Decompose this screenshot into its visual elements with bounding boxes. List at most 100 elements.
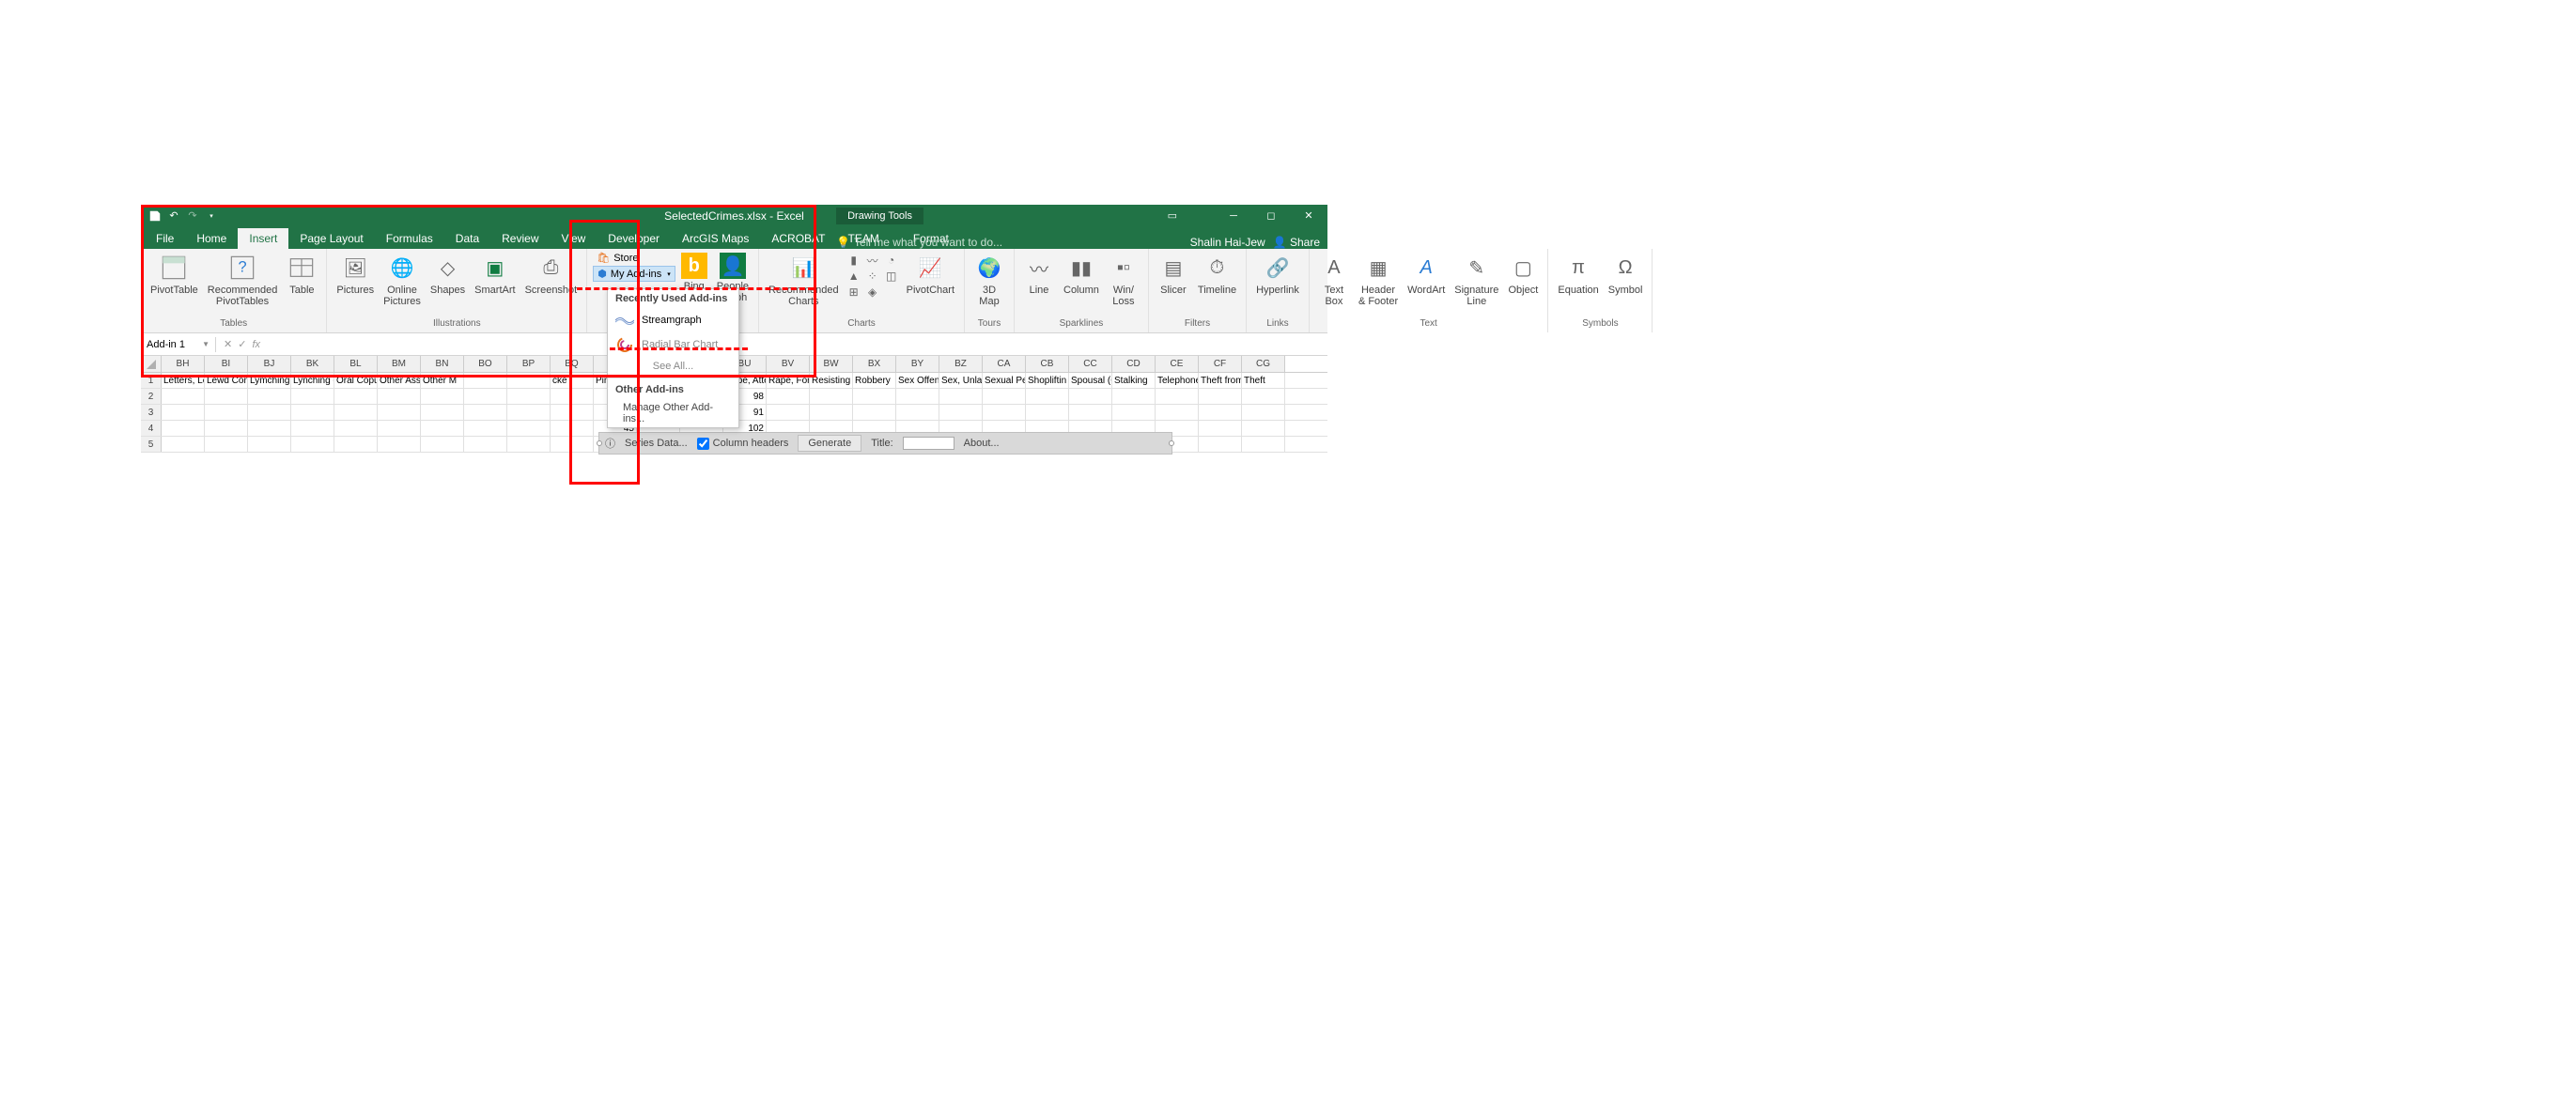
tab-developer[interactable]: Developer: [597, 228, 671, 249]
stock-chart-icon[interactable]: ⊞: [846, 285, 861, 300]
row-header[interactable]: 5: [141, 437, 162, 452]
cell[interactable]: Telephone: [1156, 373, 1199, 388]
pivottable-button[interactable]: PivotTable: [147, 251, 202, 298]
cell[interactable]: [767, 405, 810, 420]
column-header[interactable]: BV: [767, 356, 810, 372]
cell[interactable]: [162, 437, 205, 452]
column-header[interactable]: CD: [1112, 356, 1156, 372]
cell[interactable]: [291, 389, 334, 404]
combo-chart-icon[interactable]: ◫: [884, 269, 899, 284]
addin-item-radial-bar[interactable]: Radial Bar Chart: [608, 332, 738, 357]
cell[interactable]: [421, 421, 464, 436]
online-pictures-button[interactable]: 🌐Online Pictures: [380, 251, 425, 309]
cell[interactable]: [507, 437, 551, 452]
tab-arcgis[interactable]: ArcGIS Maps: [671, 228, 760, 249]
cell[interactable]: [162, 405, 205, 420]
cell[interactable]: [162, 421, 205, 436]
cell[interactable]: [507, 373, 551, 388]
save-icon[interactable]: [147, 208, 163, 224]
scatter-chart-icon[interactable]: ⁘: [865, 269, 880, 284]
cell[interactable]: [896, 405, 939, 420]
series-data-button[interactable]: Series Data...: [625, 438, 688, 449]
pictures-button[interactable]: 🖼Pictures: [333, 251, 378, 298]
cell[interactable]: Lymching: [248, 373, 291, 388]
row-header[interactable]: 3: [141, 405, 162, 420]
cell[interactable]: [767, 389, 810, 404]
resize-handle-right[interactable]: [1169, 440, 1174, 446]
cell[interactable]: [1199, 421, 1242, 436]
cell[interactable]: Resisting A: [810, 373, 853, 388]
recommended-pivottables-button[interactable]: ?Recommended PivotTables: [204, 251, 282, 309]
cell[interactable]: [248, 421, 291, 436]
cell[interactable]: [1242, 405, 1285, 420]
cell[interactable]: [205, 437, 248, 452]
enter-formula-icon[interactable]: ✓: [238, 338, 246, 350]
cell[interactable]: Shopliftin: [1026, 373, 1069, 388]
minimize-button[interactable]: ─: [1215, 205, 1252, 226]
cell[interactable]: [939, 405, 983, 420]
cell[interactable]: [1069, 405, 1112, 420]
column-header[interactable]: BO: [464, 356, 507, 372]
column-header[interactable]: BI: [205, 356, 248, 372]
column-header[interactable]: BL: [334, 356, 378, 372]
formula-input[interactable]: [268, 343, 1327, 347]
cell[interactable]: [378, 437, 421, 452]
cell[interactable]: [1112, 405, 1156, 420]
addin-task-strip[interactable]: ⓘ Series Data... Column headers Generate…: [598, 432, 1172, 455]
cell[interactable]: [853, 389, 896, 404]
pie-chart-icon[interactable]: ◔: [884, 253, 899, 268]
cell[interactable]: [248, 405, 291, 420]
cell[interactable]: Other Ass: [378, 373, 421, 388]
redo-icon[interactable]: ↷: [184, 208, 201, 224]
header-footer-button[interactable]: ▦Header & Footer: [1355, 251, 1402, 309]
addin-item-streamgraph[interactable]: Streamgraph: [608, 308, 738, 332]
row-header[interactable]: 2: [141, 389, 162, 404]
title-input[interactable]: [903, 437, 954, 450]
cell[interactable]: [378, 421, 421, 436]
shapes-button[interactable]: ◇Shapes: [427, 251, 469, 298]
chevron-down-icon[interactable]: ▼: [202, 340, 209, 348]
maximize-button[interactable]: ◻: [1252, 205, 1290, 226]
cell[interactable]: [205, 421, 248, 436]
line-chart-icon[interactable]: 〰: [865, 253, 880, 268]
recommended-charts-button[interactable]: 📊Recommended Charts: [765, 251, 843, 309]
cell[interactable]: Lewd Con: [205, 373, 248, 388]
tab-acrobat[interactable]: ACROBAT: [760, 228, 836, 249]
tab-file[interactable]: File: [145, 228, 185, 249]
cell[interactable]: [1242, 437, 1285, 452]
screenshot-button[interactable]: ⎙Screenshot: [521, 251, 582, 298]
qat-dropdown-icon[interactable]: ▾: [203, 208, 220, 224]
cell[interactable]: [939, 389, 983, 404]
tab-data[interactable]: Data: [444, 228, 490, 249]
cell[interactable]: [1242, 421, 1285, 436]
cell[interactable]: [464, 373, 507, 388]
cell[interactable]: [291, 437, 334, 452]
cell[interactable]: [205, 405, 248, 420]
smartart-button[interactable]: ▣SmartArt: [471, 251, 519, 298]
equation-button[interactable]: πEquation: [1554, 251, 1602, 298]
cell[interactable]: [464, 405, 507, 420]
cell[interactable]: Sex Offen: [896, 373, 939, 388]
cell[interactable]: [1199, 389, 1242, 404]
cell[interactable]: [1156, 389, 1199, 404]
tab-home[interactable]: Home: [185, 228, 238, 249]
cell[interactable]: Rape, Forc: [767, 373, 810, 388]
cell[interactable]: Other M: [421, 373, 464, 388]
wordart-button[interactable]: AWordArt: [1404, 251, 1449, 298]
area-chart-icon[interactable]: ▲: [846, 269, 861, 284]
sparkline-winloss-button[interactable]: ▪▫Win/ Loss: [1105, 251, 1142, 309]
cell[interactable]: Robbery: [853, 373, 896, 388]
cell[interactable]: [810, 389, 853, 404]
cell[interactable]: [507, 405, 551, 420]
select-all-corner[interactable]: [141, 356, 162, 372]
tab-view[interactable]: View: [551, 228, 597, 249]
cell[interactable]: [551, 405, 594, 420]
cell[interactable]: [421, 437, 464, 452]
name-box[interactable]: Add-in 1▼: [141, 337, 216, 352]
column-header[interactable]: BQ: [551, 356, 594, 372]
column-header[interactable]: BN: [421, 356, 464, 372]
cell[interactable]: [983, 405, 1026, 420]
tab-page-layout[interactable]: Page Layout: [288, 228, 374, 249]
cell[interactable]: [507, 389, 551, 404]
tab-review[interactable]: Review: [490, 228, 550, 249]
